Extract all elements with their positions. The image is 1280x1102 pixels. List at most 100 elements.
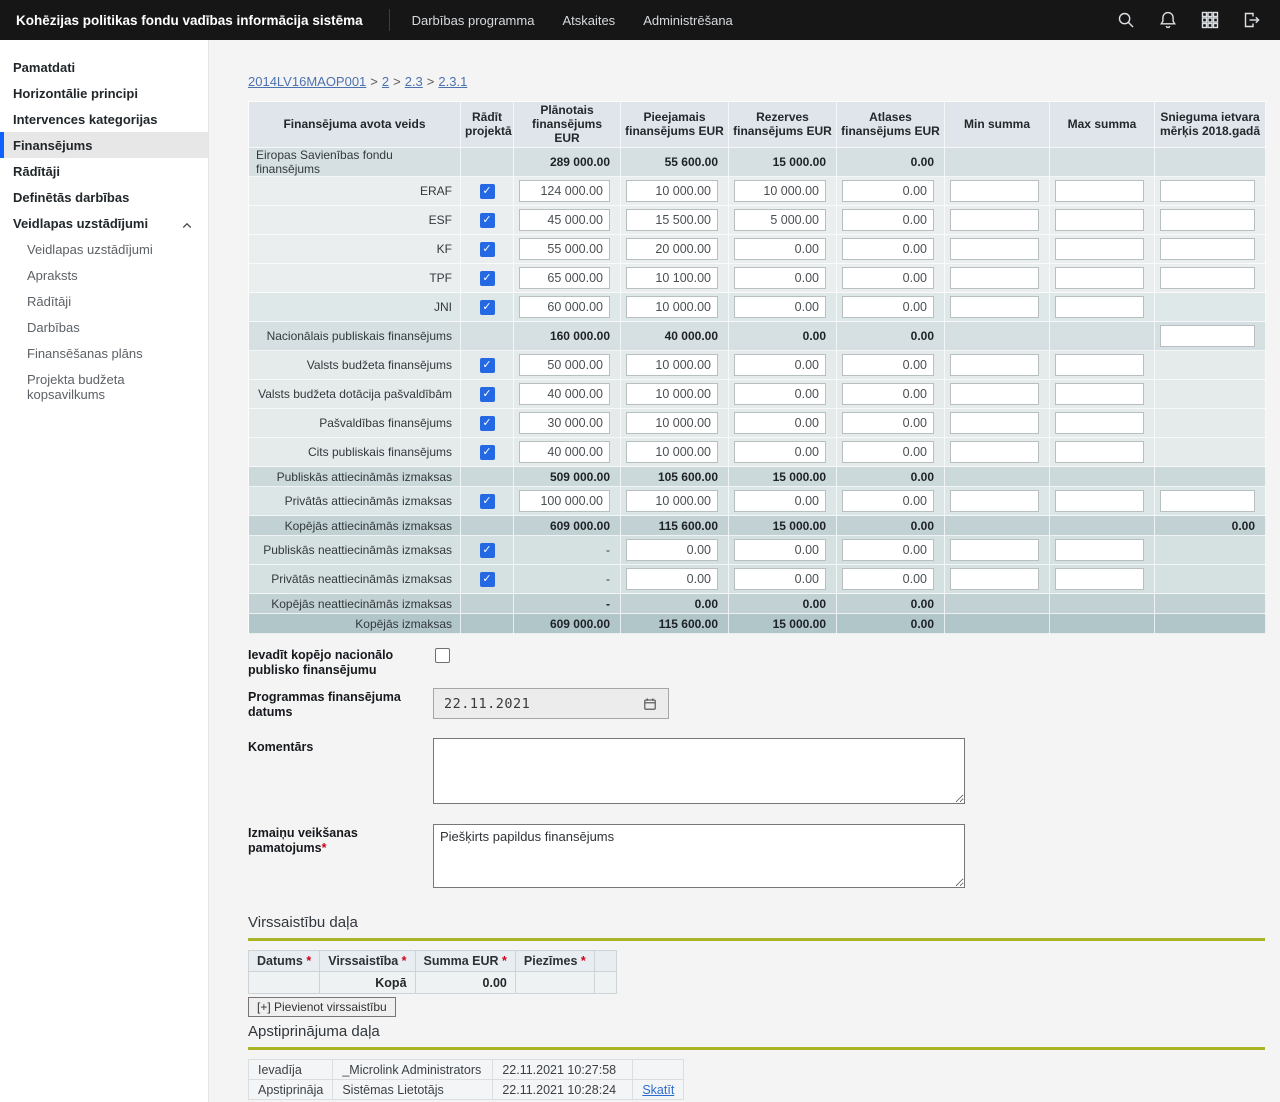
show-in-project-checkbox[interactable]: ✓	[480, 445, 495, 460]
sidebar-subitem-veidlapas-uzst-d-jumi[interactable]: Veidlapas uzstādījumi	[0, 236, 208, 262]
amount-input[interactable]	[626, 383, 718, 405]
apps-grid-icon[interactable]	[1200, 10, 1220, 30]
amount-input[interactable]	[1055, 383, 1144, 405]
amount-input[interactable]	[950, 238, 1039, 260]
amount-input[interactable]	[842, 568, 934, 590]
amount-input[interactable]	[734, 568, 826, 590]
amount-input[interactable]	[950, 296, 1039, 318]
amount-input[interactable]	[734, 383, 826, 405]
amount-input[interactable]	[734, 412, 826, 434]
amount-input[interactable]	[734, 296, 826, 318]
amount-input[interactable]	[734, 180, 826, 202]
amount-input[interactable]	[519, 296, 610, 318]
amount-input[interactable]	[1055, 209, 1144, 231]
show-in-project-checkbox[interactable]: ✓	[480, 242, 495, 257]
comment-textarea[interactable]	[433, 738, 965, 804]
chevron-up-icon[interactable]	[180, 218, 194, 228]
sidebar-subitem-projekta-bud-eta-kopsavilkums[interactable]: Projekta budžeta kopsavilkums	[0, 366, 208, 392]
amount-input[interactable]	[1160, 490, 1255, 512]
amount-input[interactable]	[1160, 267, 1255, 289]
amount-input[interactable]	[626, 238, 718, 260]
show-in-project-checkbox[interactable]: ✓	[480, 184, 495, 199]
calendar-icon[interactable]	[642, 696, 658, 712]
breadcrumb-link-2-3-1[interactable]: 2.3.1	[438, 74, 467, 89]
amount-input[interactable]	[842, 539, 934, 561]
amount-input[interactable]	[1160, 325, 1255, 347]
national-funding-checkbox[interactable]	[435, 648, 450, 663]
amount-input[interactable]	[842, 354, 934, 376]
amount-input[interactable]	[1055, 568, 1144, 590]
sidebar-item-horizont-lie-principi[interactable]: Horizontālie principi	[0, 80, 208, 106]
sidebar-item-finans-jums[interactable]: Finansējums	[0, 132, 208, 158]
add-overcommitment-button[interactable]: [+] Pievienot virssaistību	[248, 997, 396, 1017]
amount-input[interactable]	[626, 441, 718, 463]
sidebar-subitem-darb-bas[interactable]: Darbības	[0, 314, 208, 340]
topnav-darb-bas-programma[interactable]: Darbības programma	[412, 13, 535, 28]
amount-input[interactable]	[1055, 490, 1144, 512]
amount-input[interactable]	[1160, 238, 1255, 260]
amount-input[interactable]	[950, 568, 1039, 590]
amount-input[interactable]	[519, 180, 610, 202]
amount-input[interactable]	[519, 238, 610, 260]
show-in-project-checkbox[interactable]: ✓	[480, 416, 495, 431]
amount-input[interactable]	[734, 238, 826, 260]
amount-input[interactable]	[734, 354, 826, 376]
amount-input[interactable]	[950, 490, 1039, 512]
amount-input[interactable]	[1160, 180, 1255, 202]
amount-input[interactable]	[734, 490, 826, 512]
sidebar-subitem-apraksts[interactable]: Apraksts	[0, 262, 208, 288]
amount-input[interactable]	[842, 296, 934, 318]
amount-input[interactable]	[950, 539, 1039, 561]
amount-input[interactable]	[842, 441, 934, 463]
amount-input[interactable]	[842, 238, 934, 260]
amount-input[interactable]	[734, 539, 826, 561]
change-reason-textarea[interactable]: Piešķirts papildus finansējums	[433, 824, 965, 888]
amount-input[interactable]	[519, 412, 610, 434]
amount-input[interactable]	[1160, 209, 1255, 231]
show-in-project-checkbox[interactable]: ✓	[480, 300, 495, 315]
amount-input[interactable]	[842, 209, 934, 231]
amount-input[interactable]	[626, 354, 718, 376]
amount-input[interactable]	[1055, 354, 1144, 376]
amount-input[interactable]	[950, 383, 1039, 405]
amount-input[interactable]	[842, 412, 934, 434]
amount-input[interactable]	[519, 490, 610, 512]
show-in-project-checkbox[interactable]: ✓	[480, 358, 495, 373]
amount-input[interactable]	[626, 539, 718, 561]
amount-input[interactable]	[1055, 267, 1144, 289]
amount-input[interactable]	[626, 180, 718, 202]
amount-input[interactable]	[626, 296, 718, 318]
logout-icon[interactable]	[1242, 10, 1262, 30]
sidebar-item-defin-t-s-darb-bas[interactable]: Definētās darbības	[0, 184, 208, 210]
amount-input[interactable]	[1055, 441, 1144, 463]
sidebar-subitem-r-d-t-ji[interactable]: Rādītāji	[0, 288, 208, 314]
amount-input[interactable]	[626, 568, 718, 590]
search-icon[interactable]	[1116, 10, 1136, 30]
amount-input[interactable]	[519, 209, 610, 231]
amount-input[interactable]	[1055, 180, 1144, 202]
amount-input[interactable]	[519, 267, 610, 289]
amount-input[interactable]	[950, 180, 1039, 202]
show-in-project-checkbox[interactable]: ✓	[480, 213, 495, 228]
amount-input[interactable]	[1055, 412, 1144, 434]
breadcrumb-link-2-3[interactable]: 2.3	[405, 74, 423, 89]
amount-input[interactable]	[734, 209, 826, 231]
sidebar-item-r-d-t-ji[interactable]: Rādītāji	[0, 158, 208, 184]
show-in-project-checkbox[interactable]: ✓	[480, 271, 495, 286]
bell-icon[interactable]	[1158, 10, 1178, 30]
breadcrumb-link-2[interactable]: 2	[382, 74, 389, 89]
amount-input[interactable]	[519, 383, 610, 405]
amount-input[interactable]	[950, 209, 1039, 231]
amount-input[interactable]	[519, 441, 610, 463]
breadcrumb-link-2014lv16maop001[interactable]: 2014LV16MAOP001	[248, 74, 366, 89]
amount-input[interactable]	[734, 267, 826, 289]
amount-input[interactable]	[842, 267, 934, 289]
amount-input[interactable]	[1055, 539, 1144, 561]
amount-input[interactable]	[950, 354, 1039, 376]
view-link[interactable]: Skatīt	[642, 1083, 674, 1097]
amount-input[interactable]	[842, 490, 934, 512]
sidebar-item-veidlapas-uzst-d-jumi[interactable]: Veidlapas uzstādījumi	[0, 210, 208, 236]
sidebar-item-intervences-kategorijas[interactable]: Intervences kategorijas	[0, 106, 208, 132]
sidebar-item-pamatdati[interactable]: Pamatdati	[0, 54, 208, 80]
sidebar-subitem-finans-anas-pl-ns[interactable]: Finansēšanas plāns	[0, 340, 208, 366]
